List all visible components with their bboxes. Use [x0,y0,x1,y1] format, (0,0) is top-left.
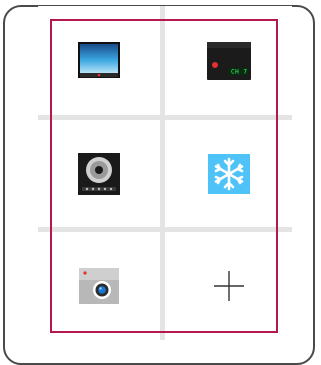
tile-camera[interactable] [38,232,160,340]
tile-set-top-box[interactable]: CH 7 [165,6,292,115]
tile-add-device[interactable] [165,232,292,340]
set-top-box-icon: CH 7 [206,41,251,80]
speaker-icon [78,152,120,195]
tile-speaker[interactable] [38,120,160,227]
camera-icon [79,268,119,304]
snowflake-icon [207,153,250,194]
tv-screen-icon [78,41,120,78]
tile-air-conditioner[interactable] [165,120,292,227]
tile-tv[interactable] [38,6,160,115]
channel-display: CH 7 [231,68,247,75]
add-icon [213,271,244,301]
